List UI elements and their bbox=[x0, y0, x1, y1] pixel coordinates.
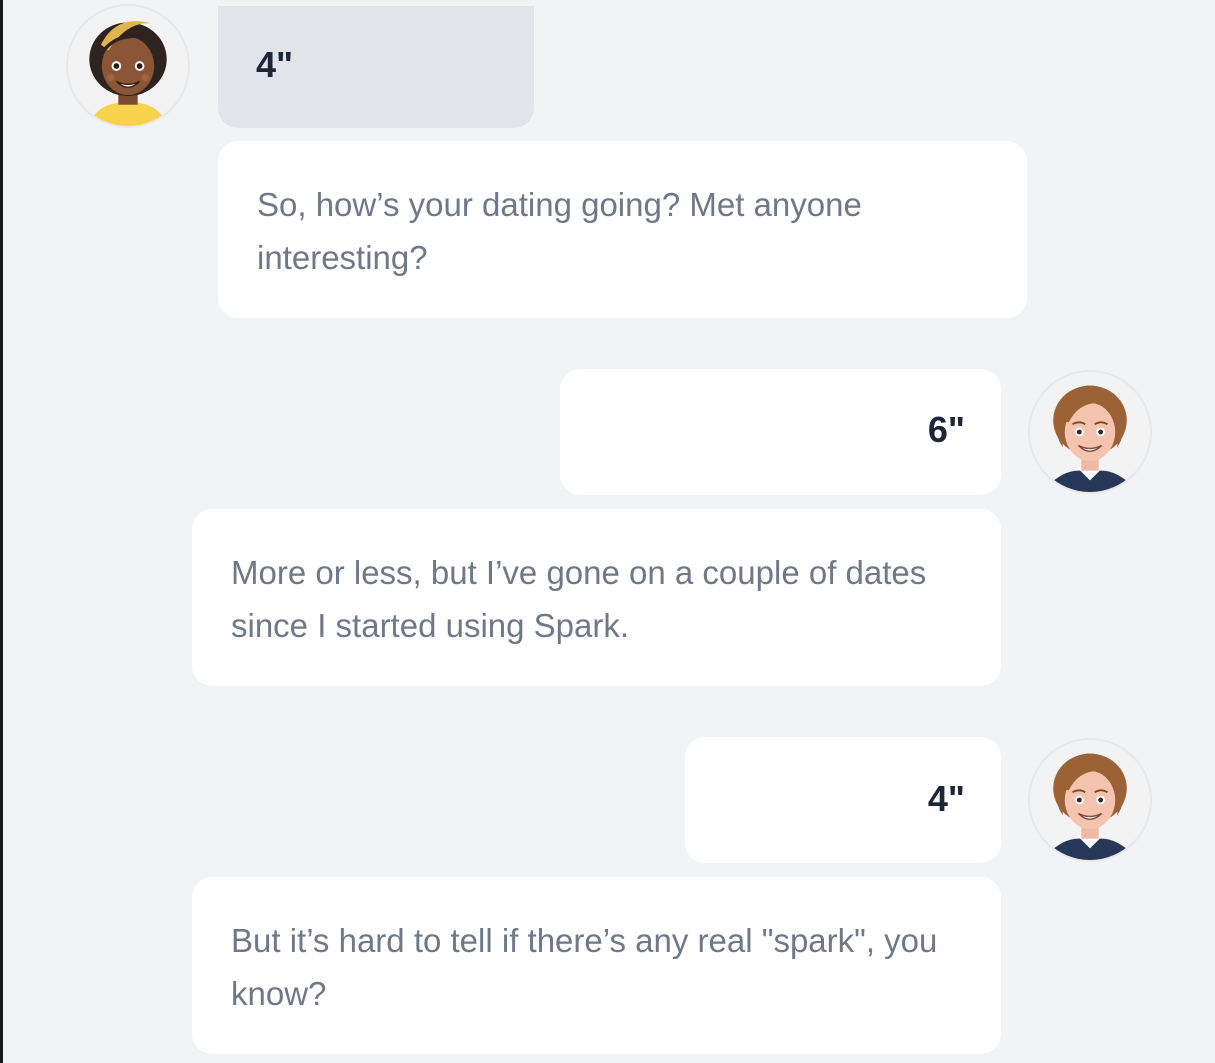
audio-duration: 6" bbox=[927, 409, 965, 450]
message-text: But it’s hard to tell if there’s any rea… bbox=[231, 922, 938, 1012]
text-message-bubble: More or less, but I’ve gone on a couple … bbox=[192, 509, 1001, 686]
female-avatar-icon bbox=[66, 4, 190, 128]
male-avatar-icon bbox=[1028, 370, 1152, 494]
text-message-bubble: So, how’s your dating going? Met anyone … bbox=[218, 141, 1027, 318]
message-text: So, how’s your dating going? Met anyone … bbox=[257, 186, 862, 276]
window-edge bbox=[0, 0, 3, 1063]
audio-message-bubble[interactable]: 4" bbox=[218, 6, 534, 128]
male-avatar-icon bbox=[1028, 738, 1152, 862]
text-message-bubble: But it’s hard to tell if there’s any rea… bbox=[192, 877, 1001, 1054]
audio-duration: 4" bbox=[927, 778, 965, 819]
message-text: More or less, but I’ve gone on a couple … bbox=[231, 554, 927, 644]
audio-message-bubble[interactable]: 4" bbox=[685, 737, 1001, 863]
audio-message-bubble[interactable]: 6" bbox=[560, 369, 1001, 495]
audio-duration: 4" bbox=[256, 44, 294, 85]
